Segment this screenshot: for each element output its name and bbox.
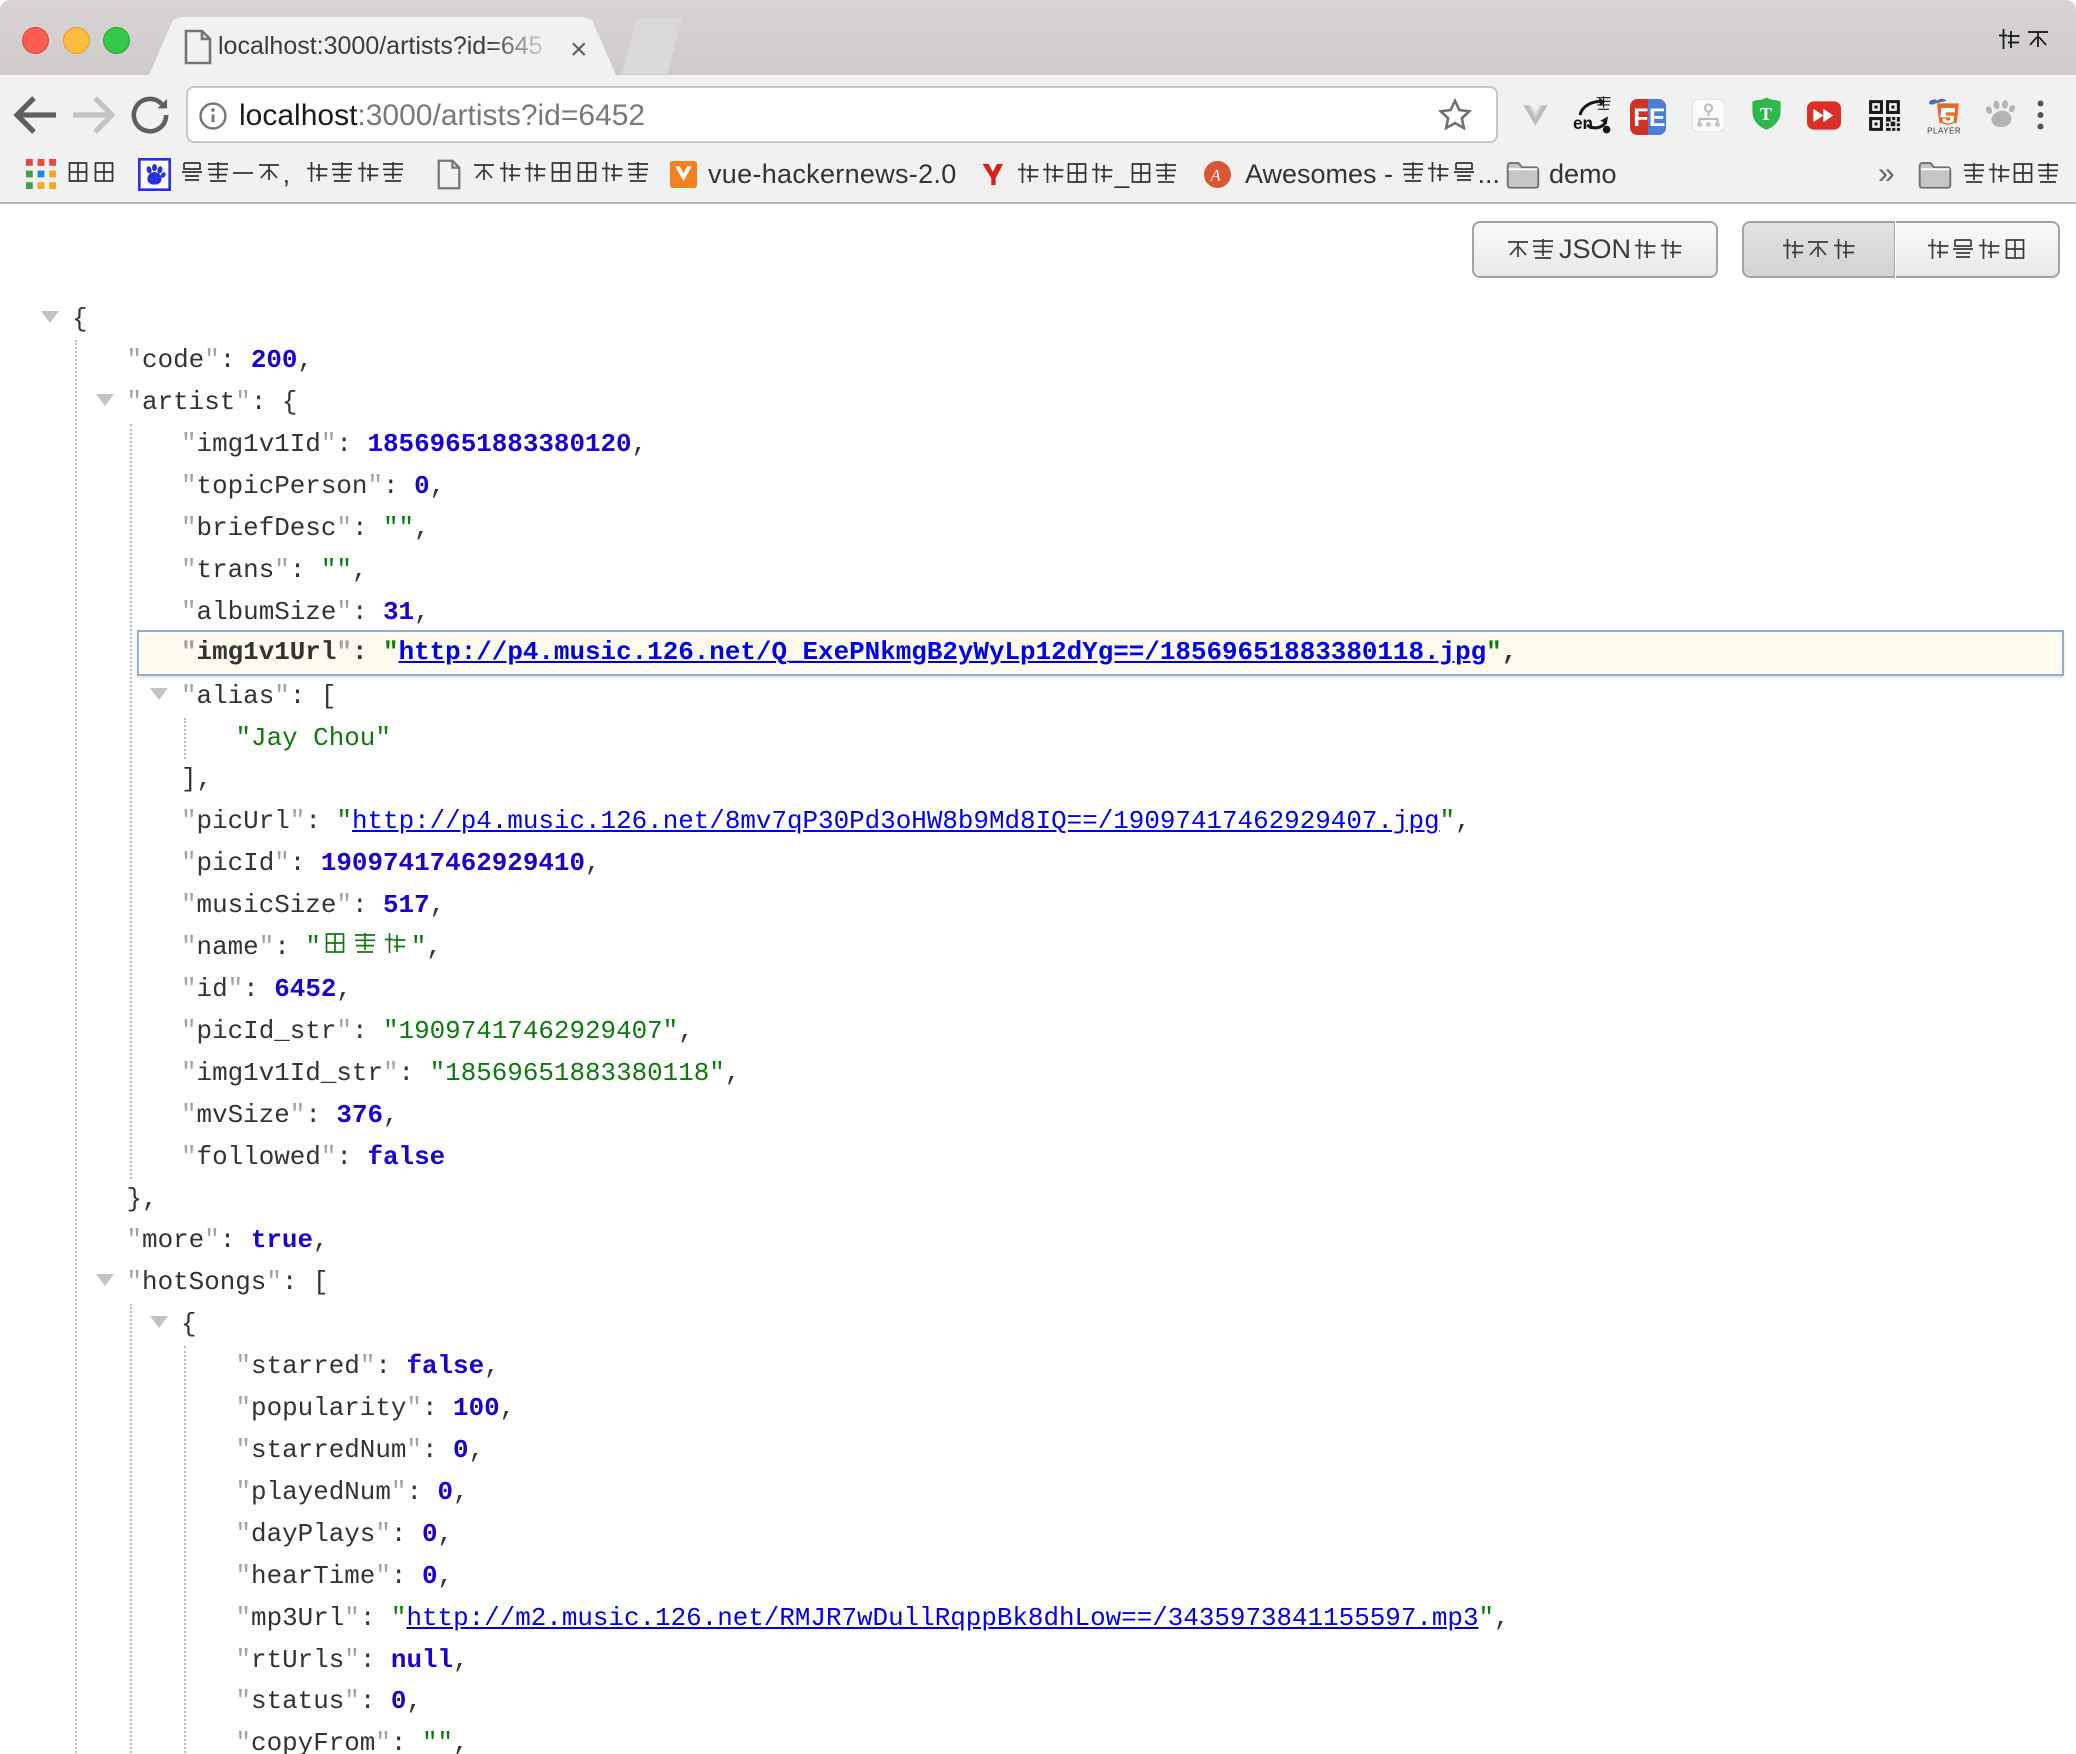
svg-text:A: A <box>1210 167 1221 185</box>
svg-text:T: T <box>1760 104 1772 124</box>
svg-text:en: en <box>1573 113 1593 133</box>
svg-text:F: F <box>1633 105 1648 132</box>
svg-text:E: E <box>1649 105 1666 132</box>
svg-text:PLAYER: PLAYER <box>1927 126 1961 135</box>
